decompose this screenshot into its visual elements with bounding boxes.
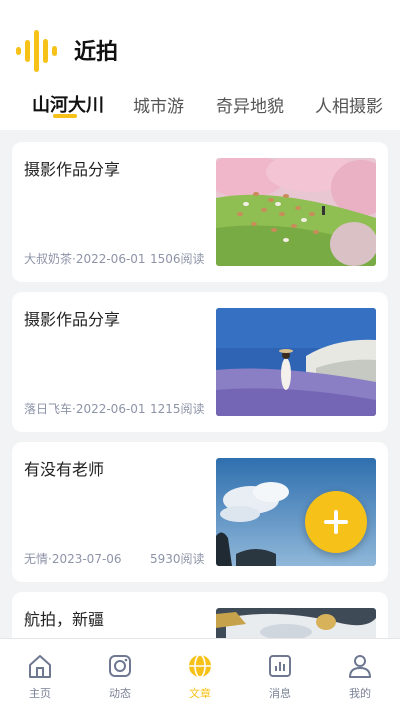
article-title: 有没有老师 xyxy=(24,460,105,479)
home-icon xyxy=(29,655,51,678)
nav-label: 文章 xyxy=(189,687,211,700)
nav-label: 消息 xyxy=(269,687,291,700)
user-icon xyxy=(349,655,371,678)
article-read-count: 5930阅读 xyxy=(150,552,205,566)
article-read-count: 1215阅读 xyxy=(150,402,205,416)
app-title: 近拍 xyxy=(74,40,119,65)
logo-icon xyxy=(16,30,57,72)
article-thumbnail[interactable] xyxy=(216,308,376,416)
article-feed[interactable]: 摄影作品分享 大叔奶茶·2022-06-01 1506阅读 摄影作品分享 落日飞… xyxy=(0,130,400,638)
tab-portrait-photography[interactable]: 人相摄影 xyxy=(315,92,383,117)
active-tab-indicator xyxy=(53,114,77,118)
article-title: 摄影作品分享 xyxy=(24,160,121,179)
nav-label: 主页 xyxy=(29,687,51,700)
tab-city-travel[interactable]: 城市游 xyxy=(133,92,184,117)
instagram-icon xyxy=(109,655,131,677)
article-card[interactable]: 摄影作品分享 大叔奶茶·2022-06-01 1506阅读 xyxy=(12,142,388,282)
article-thumbnail[interactable] xyxy=(216,158,376,266)
globe-icon xyxy=(189,654,211,678)
add-post-button[interactable] xyxy=(305,491,367,553)
article-thumbnail[interactable] xyxy=(216,608,376,638)
bottom-nav: 主页 动态 文章 消息 我的 xyxy=(0,638,400,712)
article-card[interactable]: 摄影作品分享 落日飞车·2022-06-01 1215阅读 xyxy=(12,292,388,432)
article-author-date: 大叔奶茶·2022-06-01 xyxy=(24,252,146,266)
nav-label: 我的 xyxy=(349,687,371,700)
article-card[interactable]: 航拍，新疆 xyxy=(12,592,388,638)
nav-moments[interactable]: 动态 xyxy=(90,639,150,712)
article-title: 摄影作品分享 xyxy=(24,310,121,329)
article-author-date: 无情·2023-07-06 xyxy=(24,552,122,566)
article-author-date: 落日飞车·2022-06-01 xyxy=(24,402,146,416)
chart-icon xyxy=(269,655,291,677)
tab-strange-landforms[interactable]: 奇异地貌 xyxy=(216,92,284,117)
nav-messages[interactable]: 消息 xyxy=(250,639,310,712)
article-read-count: 1506阅读 xyxy=(150,252,205,266)
nav-label: 动态 xyxy=(109,687,131,700)
nav-profile[interactable]: 我的 xyxy=(330,639,390,712)
article-title: 航拍，新疆 xyxy=(24,610,105,629)
nav-articles[interactable]: 文章 xyxy=(170,639,230,712)
top-header: 近拍 山河大川 城市游 奇异地貌 人相摄影 xyxy=(0,0,400,130)
nav-home[interactable]: 主页 xyxy=(10,639,70,712)
